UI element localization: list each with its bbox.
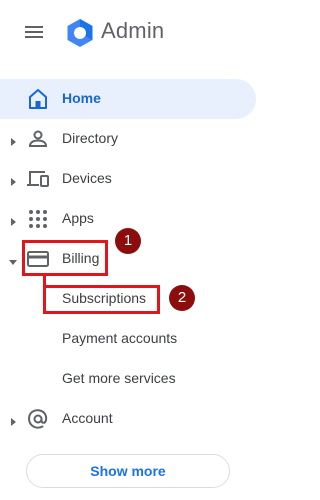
sub-item-label: Get more services — [62, 370, 176, 386]
nav-item-label: Home — [62, 90, 101, 106]
apps-grid-icon — [26, 207, 50, 231]
caret-right-icon[interactable] — [8, 134, 18, 146]
show-more-button[interactable]: Show more — [26, 454, 230, 488]
hamburger-menu-icon[interactable] — [22, 22, 50, 44]
caret-down-icon[interactable] — [8, 254, 18, 265]
highlight-connector — [43, 276, 46, 287]
credit-card-icon — [26, 247, 50, 271]
admin-logo-icon[interactable] — [64, 17, 96, 49]
at-sign-icon — [26, 407, 50, 431]
step-badge-2: 2 — [169, 285, 195, 311]
nav-item-account[interactable]: Account — [0, 399, 263, 439]
devices-icon — [26, 167, 50, 191]
sub-item-label: Subscriptions — [62, 290, 147, 306]
sub-item-get-more-services[interactable]: Get more services — [0, 359, 263, 399]
nav-item-label: Account — [62, 410, 113, 426]
app-title: Admin — [101, 18, 165, 43]
caret-right-icon[interactable] — [8, 414, 18, 426]
nav-item-label: Directory — [62, 130, 119, 146]
step-badge-1: 1 — [115, 228, 141, 254]
nav-item-home[interactable]: Home — [0, 79, 256, 119]
nav-item-label: Billing — [62, 250, 100, 266]
home-icon — [26, 87, 50, 111]
nav-item-label: Devices — [62, 170, 112, 186]
sub-item-payment-accounts[interactable]: Payment accounts — [0, 319, 263, 359]
sub-item-subscriptions[interactable]: Subscriptions — [0, 279, 263, 319]
header: Admin — [0, 0, 263, 66]
person-icon — [26, 127, 50, 151]
nav-item-devices[interactable]: Devices — [0, 159, 263, 199]
caret-right-icon[interactable] — [8, 214, 18, 226]
nav-item-directory[interactable]: Directory — [0, 119, 263, 159]
nav-item-label: Apps — [62, 210, 94, 226]
sub-item-label: Payment accounts — [62, 330, 178, 346]
caret-right-icon[interactable] — [8, 174, 18, 186]
